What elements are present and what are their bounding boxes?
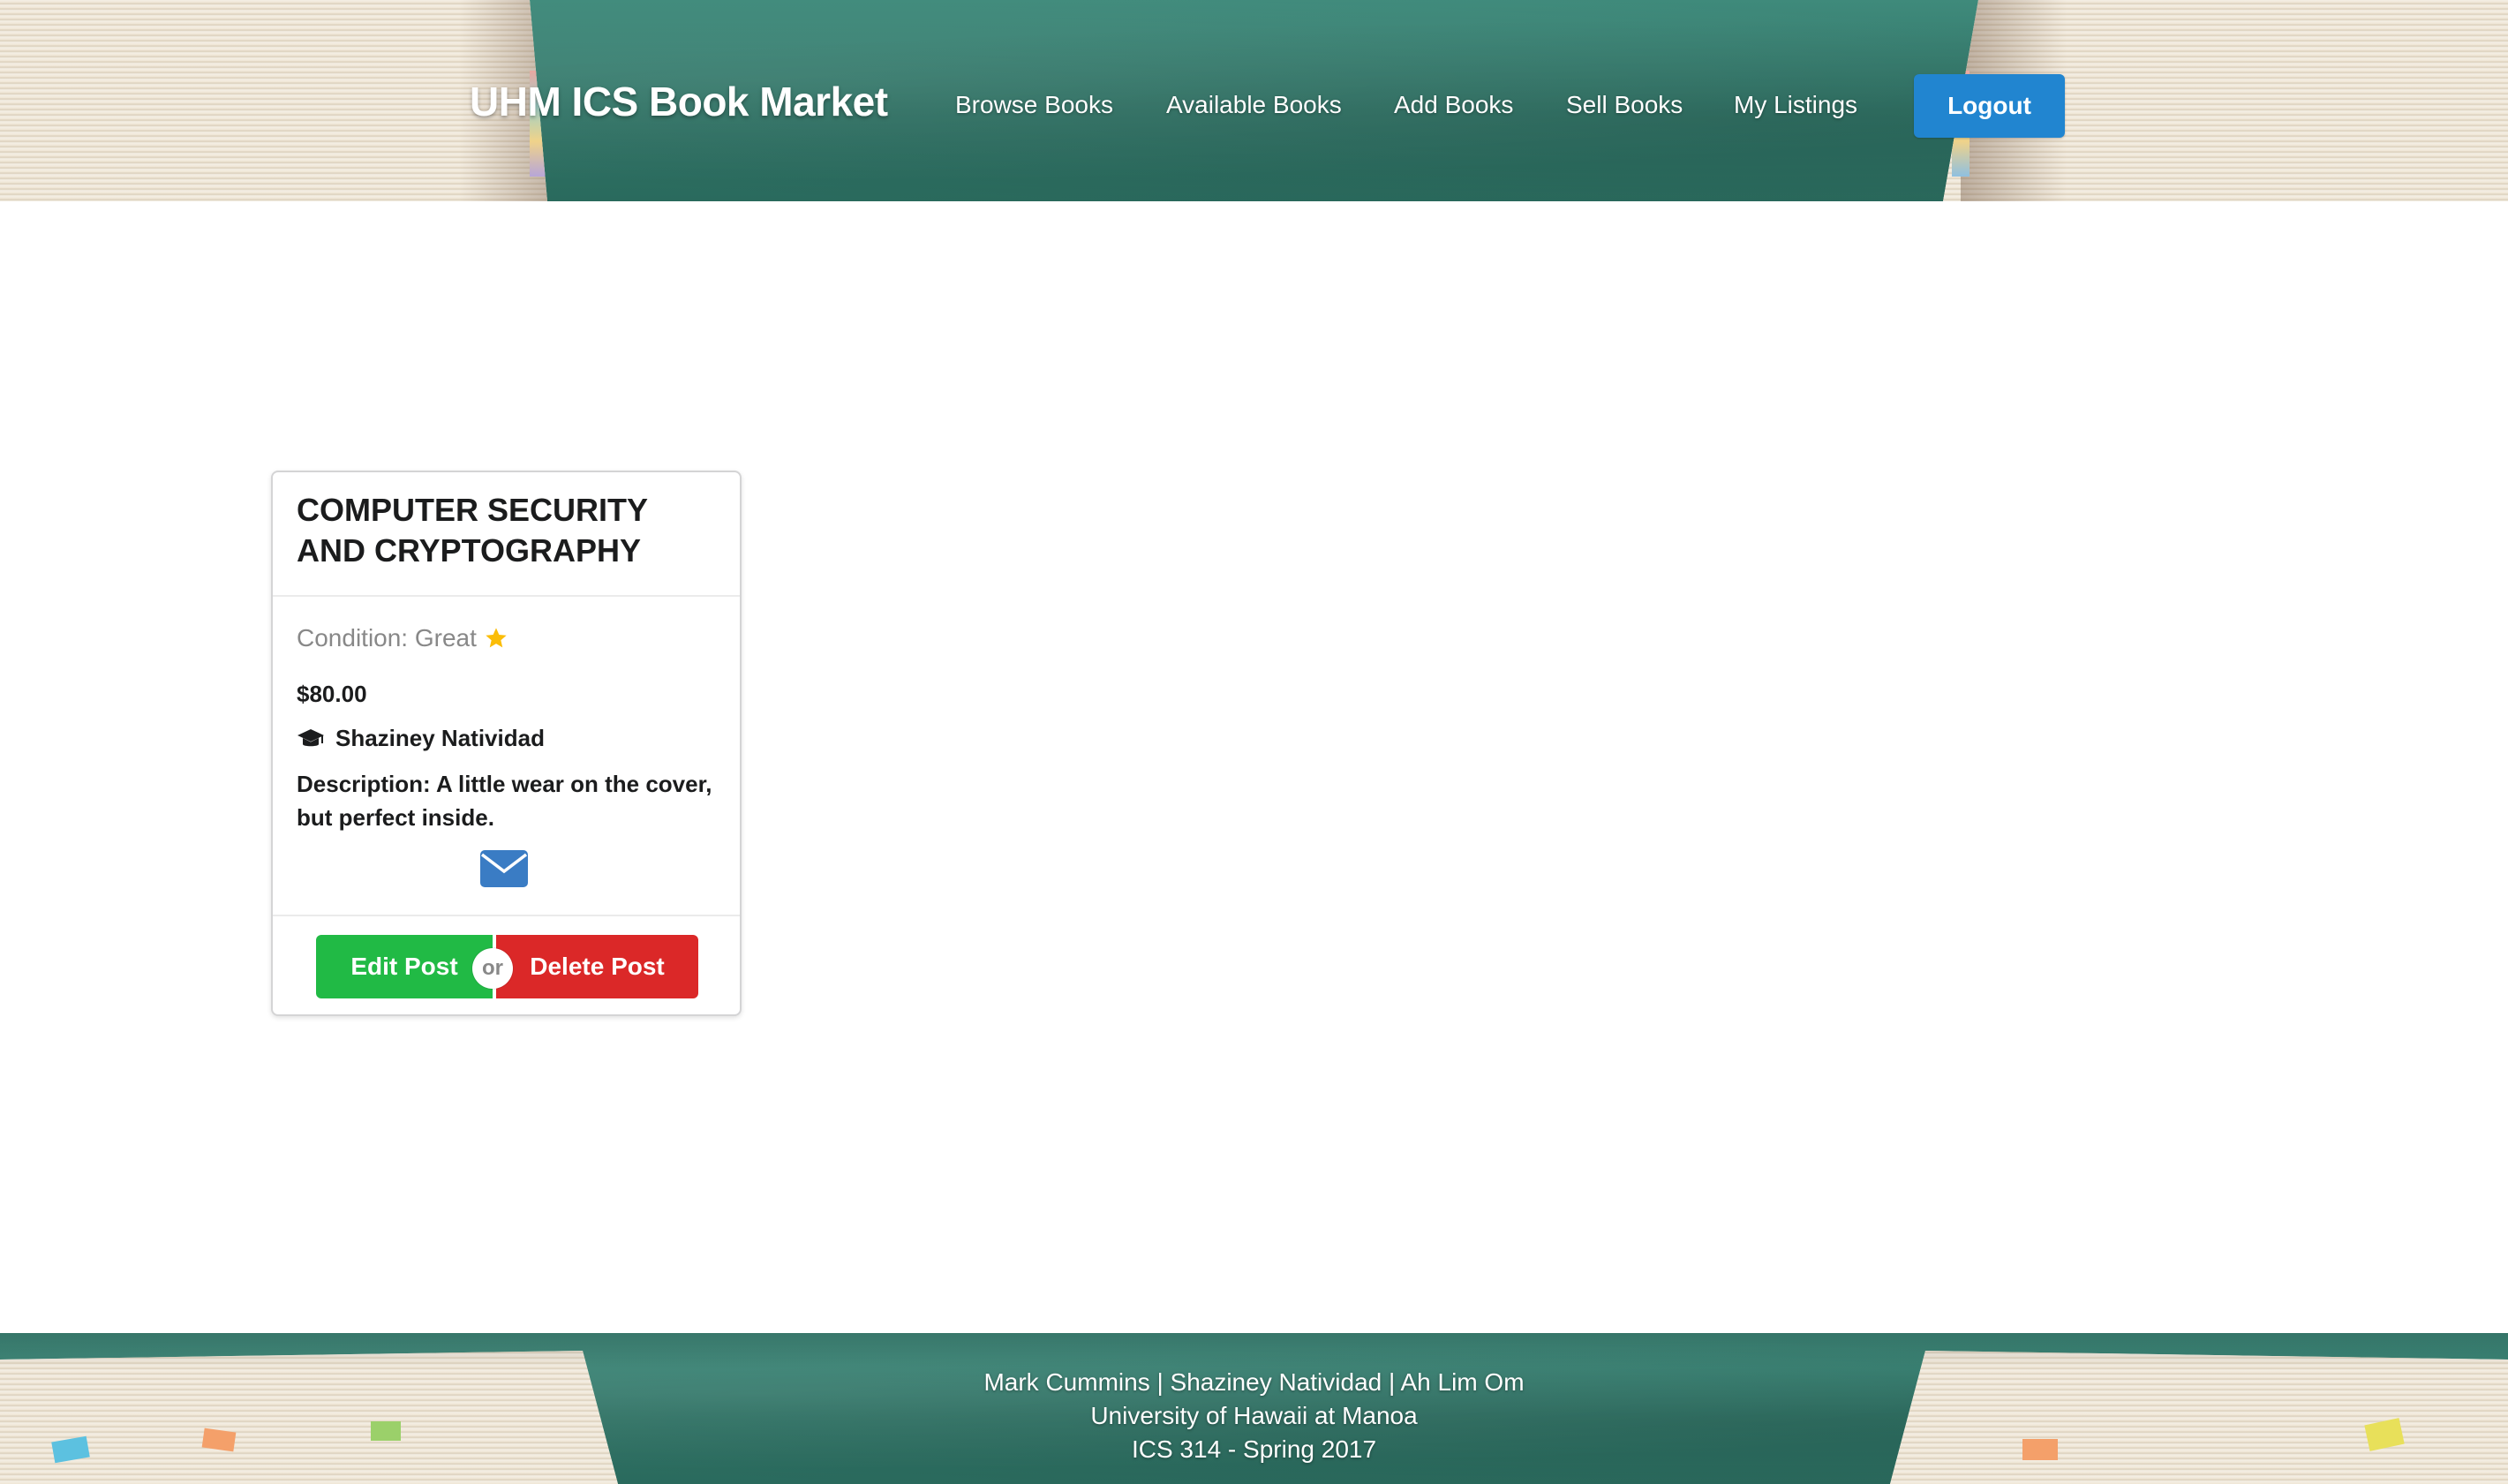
- header-banner: UHM ICS Book Market Browse Books Availab…: [0, 0, 2508, 201]
- condition-text: Condition: Great: [297, 624, 477, 652]
- or-separator: or: [472, 948, 513, 989]
- listing-card: COMPUTER SECURITY AND CRYPTOGRAPHY Condi…: [271, 471, 742, 1016]
- nav-available-books[interactable]: Available Books: [1166, 91, 1342, 119]
- graduation-cap-icon: [297, 728, 324, 746]
- nav-browse-books[interactable]: Browse Books: [955, 91, 1113, 119]
- logout-button[interactable]: Logout: [1914, 74, 2065, 138]
- envelope-icon[interactable]: [480, 850, 528, 887]
- listing-condition: Condition: Great: [297, 624, 508, 652]
- footer-banner: Mark Cummins | Shaziney Natividad | Ah L…: [0, 1333, 2508, 1484]
- listing-title: COMPUTER SECURITY AND CRYPTOGRAPHY: [297, 492, 648, 569]
- card-divider: [273, 915, 740, 916]
- footer-university: University of Hawaii at Manoa: [1090, 1402, 1418, 1429]
- footer-course: ICS 314 - Spring 2017: [1131, 1435, 1377, 1463]
- nav-add-books[interactable]: Add Books: [1394, 91, 1513, 119]
- card-divider: [273, 595, 740, 597]
- listing-seller: Shaziney Natividad: [297, 725, 545, 752]
- star-icon: [486, 628, 507, 648]
- page: UHM ICS Book Market Browse Books Availab…: [0, 0, 2508, 1484]
- nav-my-listings[interactable]: My Listings: [1734, 91, 1857, 119]
- seller-name: Shaziney Natividad: [335, 725, 545, 751]
- footer-authors: Mark Cummins | Shaziney Natividad | Ah L…: [983, 1368, 1525, 1396]
- site-brand[interactable]: UHM ICS Book Market: [470, 78, 888, 125]
- listing-price: $80.00: [297, 681, 367, 707]
- listing-description: Description: A little wear on the cover,…: [297, 771, 712, 831]
- edit-post-button[interactable]: Edit Post: [316, 935, 493, 998]
- delete-post-button[interactable]: Delete Post: [496, 935, 698, 998]
- nav-sell-books[interactable]: Sell Books: [1566, 91, 1683, 119]
